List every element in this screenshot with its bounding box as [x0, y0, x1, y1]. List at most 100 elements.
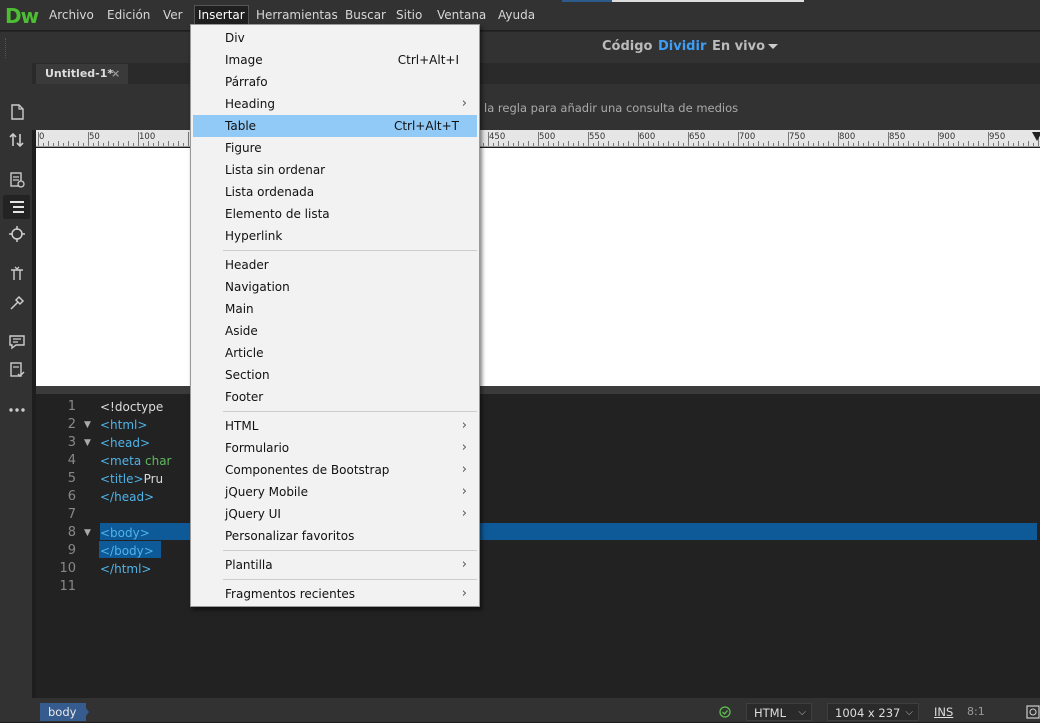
file-management-icon[interactable]: [8, 131, 26, 149]
ruler-tick: [598, 141, 599, 146]
menu-item-formulario[interactable]: Formulario ›: [193, 437, 477, 459]
document-type-select[interactable]: HTML ⌵: [746, 703, 812, 721]
menu-item-parrafo[interactable]: Párrafo: [193, 71, 477, 93]
menu-item-elemento-de-lista[interactable]: Elemento de lista: [193, 203, 477, 225]
view-dropdown-chevron-icon[interactable]: [768, 44, 778, 49]
ruler-tick: [1003, 143, 1004, 146]
menu-ventana[interactable]: Ventana: [434, 6, 489, 24]
preview-in-browser-icon[interactable]: [1026, 704, 1040, 720]
fold-toggle-icon[interactable]: ▼: [84, 524, 91, 542]
validate-icon[interactable]: [8, 361, 26, 379]
ruler-tick: [613, 143, 614, 146]
code-line[interactable]: 3 ▼ <head>: [36, 434, 1040, 452]
menu-item-figure[interactable]: Figure: [193, 137, 477, 159]
media-query-hint[interactable]: la regla para añadir una consulta de med…: [484, 101, 738, 115]
tag-selector-body[interactable]: body: [40, 703, 87, 721]
menu-item-jquery-mobile[interactable]: jQuery Mobile ›: [193, 481, 477, 503]
split-view-divider[interactable]: [36, 386, 1040, 394]
code-line[interactable]: 11: [36, 578, 1040, 596]
fold-toggle-icon[interactable]: ▼: [84, 416, 91, 434]
tab-close-icon[interactable]: ×: [111, 64, 120, 84]
code-line[interactable]: 9 </body>: [36, 542, 1040, 560]
code-line[interactable]: 8 ▼ <body>: [36, 524, 1040, 542]
code-line[interactable]: 10 </html>: [36, 560, 1040, 578]
split-view-button[interactable]: Dividir: [658, 39, 706, 54]
menu-item-html[interactable]: HTML ›: [193, 415, 477, 437]
live-view-options-icon[interactable]: [8, 171, 26, 189]
menu-item-section[interactable]: Section: [193, 364, 477, 386]
menu-sitio[interactable]: Sitio: [393, 6, 425, 24]
menu-item-lista-ordenada[interactable]: Lista ordenada: [193, 181, 477, 203]
menu-item-image[interactable]: Image Ctrl+Alt+I: [193, 49, 477, 71]
fold-toggle-icon[interactable]: ▼: [84, 434, 91, 452]
menu-archivo[interactable]: Archivo: [46, 6, 97, 24]
menu-item-componentes-de-bootstrap[interactable]: Componentes de Bootstrap ›: [193, 459, 477, 481]
ruler-tick: [143, 143, 144, 146]
menu-separator: [223, 550, 477, 551]
menu-herramientas[interactable]: Herramientas: [253, 6, 341, 24]
menu-item-hyperlink[interactable]: Hyperlink: [193, 225, 477, 247]
comment-icon[interactable]: [8, 333, 26, 351]
ruler-tick: [1023, 143, 1024, 146]
menu-item-navigation[interactable]: Navigation: [193, 276, 477, 298]
ruler-tick: [883, 143, 884, 146]
menu-insertar[interactable]: Insertar: [194, 5, 249, 24]
menu-item-div[interactable]: Div: [193, 27, 477, 49]
menu-edicion[interactable]: Edición: [104, 6, 153, 24]
ruler-tick: [528, 141, 529, 146]
ruler-tick: [183, 143, 184, 146]
ruler-tick: [1018, 141, 1019, 146]
menu-item-label: Main: [225, 302, 254, 316]
menu-item-table[interactable]: Table Ctrl+Alt+T: [193, 115, 477, 137]
menu-item-header[interactable]: Header: [193, 254, 477, 276]
inspect-target-icon[interactable]: [8, 225, 26, 243]
ruler-tick: [1033, 143, 1034, 146]
menu-item-article[interactable]: Article: [193, 342, 477, 364]
eyedropper-icon[interactable]: [8, 294, 26, 312]
tab-untitled-1[interactable]: Untitled-1* ×: [36, 64, 128, 84]
ruler-tick: [588, 132, 589, 146]
ruler-tick: [973, 143, 974, 146]
menu-item-main[interactable]: Main: [193, 298, 477, 320]
menu-item-plantilla[interactable]: Plantilla ›: [193, 554, 477, 576]
menu-item-heading[interactable]: Heading ›: [193, 93, 477, 115]
menu-buscar[interactable]: Buscar: [342, 6, 389, 24]
code-hint-icon[interactable]: [8, 265, 26, 283]
open-documents-icon[interactable]: [8, 103, 26, 121]
ruler-tick: [698, 141, 699, 146]
menu-item-footer[interactable]: Footer: [193, 386, 477, 408]
menu-item-lista-sin-ordenar[interactable]: Lista sin ordenar: [193, 159, 477, 181]
menu-item-fragmentos-recientes[interactable]: Fragmentos recientes ›: [193, 583, 477, 605]
ruler-tick: [93, 143, 94, 146]
menu-item-aside[interactable]: Aside: [193, 320, 477, 342]
ruler-marker-icon[interactable]: [1032, 132, 1040, 141]
no-errors-check-icon[interactable]: [719, 706, 731, 718]
more-tools-icon[interactable]: [8, 401, 26, 419]
ruler-tick: [878, 141, 879, 146]
window-size-select[interactable]: 1004 x 237 ⌵: [827, 703, 919, 721]
ruler-tick: [963, 143, 964, 146]
ruler-tick: [798, 141, 799, 146]
code-view-button[interactable]: Código: [602, 39, 652, 54]
code-line[interactable]: 2 ▼ <html>: [36, 416, 1040, 434]
menu-item-personalizar-favoritos[interactable]: Personalizar favoritos: [193, 525, 477, 547]
ruler-tick: [778, 141, 779, 146]
code-line[interactable]: 4 <meta char: [36, 452, 1040, 470]
code-line[interactable]: 7: [36, 506, 1040, 524]
menu-ver[interactable]: Ver: [160, 6, 186, 24]
design-view[interactable]: [36, 148, 1040, 386]
ruler-tick: [68, 141, 69, 146]
toolbar-gripper[interactable]: [5, 38, 8, 58]
code-line[interactable]: 1 <!doctype: [36, 398, 1040, 416]
document-type-value: HTML: [754, 706, 787, 720]
code-line[interactable]: 6 </head>: [36, 488, 1040, 506]
code-line[interactable]: 5 <title>Pru: [36, 470, 1040, 488]
live-view-button[interactable]: En vivo: [712, 39, 765, 54]
menu-item-jquery-ui[interactable]: jQuery UI ›: [193, 503, 477, 525]
menu-ayuda[interactable]: Ayuda: [495, 6, 538, 24]
ruler-tick: [48, 141, 49, 146]
code-token: </html>: [100, 562, 152, 576]
menu-item-label: Footer: [225, 390, 264, 404]
format-source-icon[interactable]: [8, 198, 26, 216]
insert-mode-toggle[interactable]: INS: [934, 705, 953, 719]
